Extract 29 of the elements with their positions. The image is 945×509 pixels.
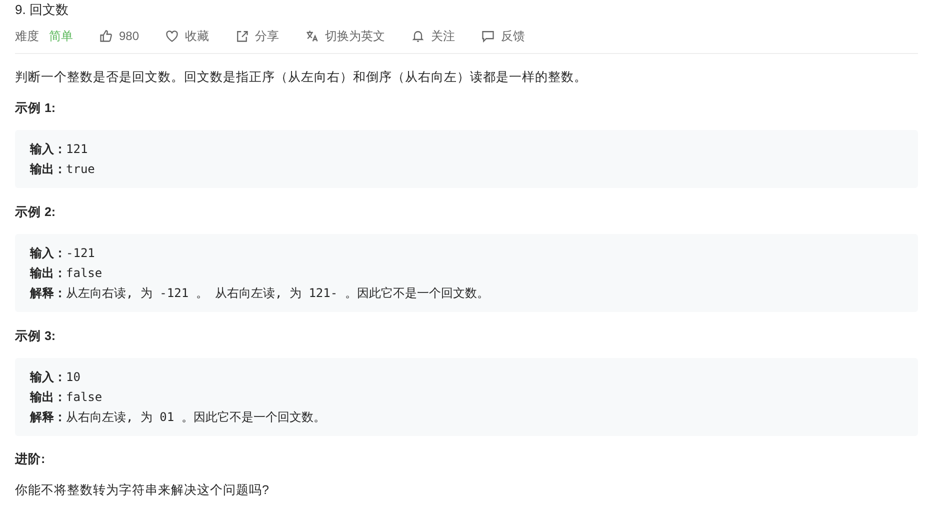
translate-icon <box>305 29 320 43</box>
bell-icon <box>411 29 426 43</box>
language-button[interactable]: 切换为英文 <box>305 27 386 45</box>
code-line: 输出：true <box>30 161 96 178</box>
difficulty-value: 简单 <box>49 28 73 45</box>
example-heading: 示例 1: <box>15 100 57 117</box>
feedback-button[interactable]: 反馈 <box>481 27 526 45</box>
heart-icon <box>165 29 180 43</box>
like-button[interactable]: 980 <box>99 27 140 45</box>
code-line: 解释：从右向左读, 为 01 。因此它不是一个回文数。 <box>30 409 326 426</box>
thumbs-up-icon <box>99 29 113 43</box>
favorite-button[interactable]: 收藏 <box>165 27 210 45</box>
code-line: 输入：10 <box>30 369 82 386</box>
code-line: 输入：121 <box>30 141 89 158</box>
example-heading: 示例 2: <box>15 204 57 221</box>
code-line: 输出：false <box>30 265 104 282</box>
example-heading: 示例 3: <box>15 328 57 345</box>
code-line: 输入：-121 <box>30 245 96 262</box>
problem-title: 9. 回文数 <box>15 1 70 19</box>
share-icon <box>235 29 250 43</box>
follow-button[interactable]: 关注 <box>411 27 456 45</box>
share-button[interactable]: 分享 <box>235 27 280 45</box>
code-line: 输出：false <box>30 389 104 406</box>
message-icon <box>481 29 496 43</box>
advanced-heading: 进阶: <box>15 451 46 468</box>
code-line: 解释：从左向右读, 为 -121 。 从右向左读, 为 121- 。因此它不是一个回文数。 <box>30 285 490 302</box>
advanced-text: 你能不将整数转为字符串来解决这个问题吗? <box>15 482 270 499</box>
description-text: 判断一个整数是否是回文数。回文数是指正序（从左向右）和倒序（从右向左）读都是一样的整数。 <box>15 69 588 86</box>
difficulty-label: 难度 <box>15 28 39 45</box>
